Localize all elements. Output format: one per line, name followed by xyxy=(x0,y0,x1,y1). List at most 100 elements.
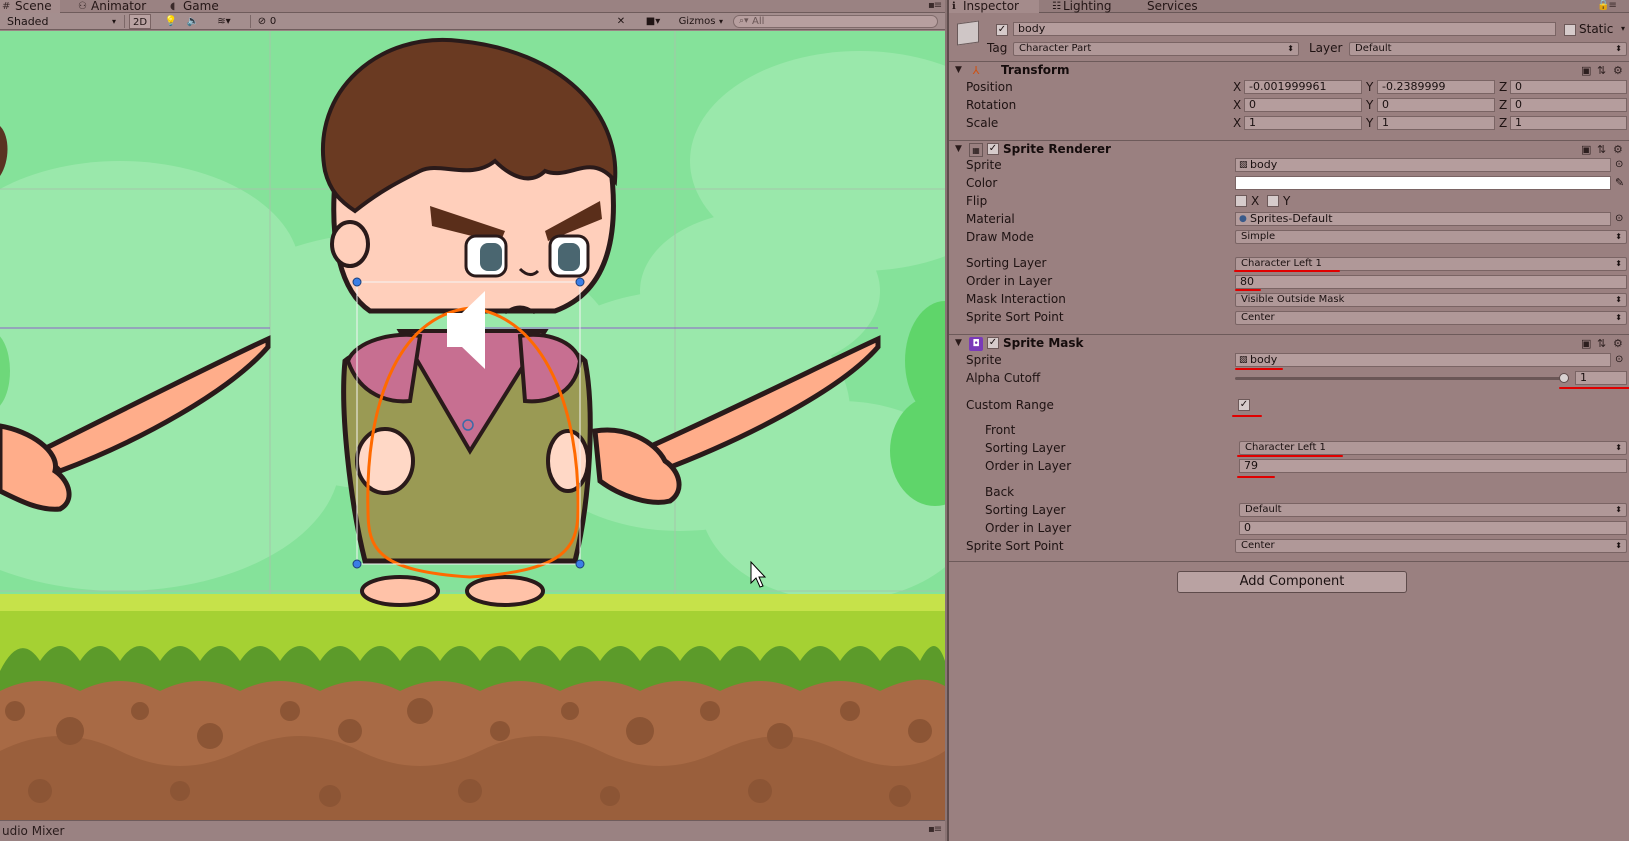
scale-z-input[interactable]: 1 xyxy=(1510,116,1627,130)
2d-toggle-button[interactable]: 2D xyxy=(129,14,151,29)
axis-x-label: X xyxy=(1233,98,1242,112)
static-dropdown-arrow-icon[interactable]: ▾ xyxy=(1621,22,1625,36)
shading-dropdown[interactable]: Shaded ▾ xyxy=(2,14,120,29)
preset-icon[interactable]: ⇅ xyxy=(1597,64,1606,77)
axis-y-label: Y xyxy=(1366,80,1374,94)
dropdown-arrow-icon[interactable]: ▾ xyxy=(716,14,726,29)
annotation-underline xyxy=(1235,289,1261,291)
scene-viewport[interactable] xyxy=(0,31,945,820)
annotation-underline xyxy=(1237,455,1343,457)
gizmos-dropdown[interactable]: Gizmos xyxy=(672,14,722,29)
dropdown-arrow-icon: ⬍ xyxy=(1615,295,1622,304)
rotation-z-input[interactable]: 0 xyxy=(1510,98,1627,112)
slider-knob[interactable] xyxy=(1559,373,1569,383)
axis-x-label: X xyxy=(1233,80,1242,94)
flip-x-checkbox[interactable] xyxy=(1235,195,1247,207)
eyedropper-icon[interactable]: ✎ xyxy=(1615,176,1624,190)
tab-audio-mixer[interactable]: udio Mixer xyxy=(2,824,64,838)
hidden-objects-icon[interactable]: ⊘ xyxy=(256,14,268,29)
scale-x-input[interactable]: 1 xyxy=(1244,116,1362,130)
front-order-in-layer-input[interactable]: 79 xyxy=(1239,459,1627,473)
color-label: Color xyxy=(966,176,998,190)
position-x-input[interactable]: -0.001999961 xyxy=(1244,80,1362,94)
audio-toggle-icon[interactable]: 🔈 xyxy=(186,14,200,29)
flip-y-checkbox[interactable] xyxy=(1267,195,1279,207)
sorting-layer-label: Sorting Layer xyxy=(966,256,1047,270)
object-name-input[interactable]: body xyxy=(1013,22,1556,36)
sorting-layer-dropdown[interactable]: Character Left 1 ⬍ xyxy=(1235,257,1627,271)
layer-dropdown[interactable]: Default ⬍ xyxy=(1349,42,1627,56)
axis-y-label: Y xyxy=(1366,98,1374,112)
preset-icon[interactable]: ⇅ xyxy=(1597,143,1606,156)
scene-toolbar: Shaded ▾ 2D 💡 🔈 ≋▾ ⊘ 0 ✕ ■▾ Gizmos ▾ ⌕▾ Al… xyxy=(0,13,945,30)
annotation-underline xyxy=(1559,387,1629,389)
object-picker-icon[interactable]: ⊙ xyxy=(1615,212,1623,226)
sprite-sort-point-dropdown[interactable]: Center ⬍ xyxy=(1235,311,1627,325)
fold-arrow-icon[interactable]: ▼ xyxy=(955,144,962,154)
alpha-cutoff-slider[interactable] xyxy=(1235,371,1569,385)
fold-arrow-icon[interactable]: ▼ xyxy=(955,338,962,348)
transform-header[interactable]: ▼ ⅄ Transform ▣ ⇅ ⚙ xyxy=(949,61,1629,79)
audio-mixer-menu-icon[interactable]: ▪≡ xyxy=(928,824,942,835)
sprite-field[interactable]: ▧ body xyxy=(1235,158,1611,172)
tab-inspector[interactable]: ℹ Inspector xyxy=(949,0,1039,13)
draw-mode-dropdown[interactable]: Simple ⬍ xyxy=(1235,230,1627,244)
tab-scene[interactable]: # Scene xyxy=(0,0,60,13)
rotation-y-input[interactable]: 0 xyxy=(1377,98,1495,112)
sprite-mask-enabled-checkbox[interactable]: ✓ xyxy=(987,337,999,349)
scale-y-input[interactable]: 1 xyxy=(1377,116,1495,130)
tab-lighting[interactable]: ☷ Lighting xyxy=(1049,0,1129,13)
order-in-layer-label: Order in Layer xyxy=(966,274,1053,288)
scene-search-input[interactable]: ⌕▾ All xyxy=(733,15,938,28)
sprite-renderer-enabled-checkbox[interactable]: ✓ xyxy=(987,143,999,155)
lock-icon[interactable]: 🔒≡ xyxy=(1597,0,1617,11)
tools-icon[interactable]: ✕ xyxy=(614,14,628,29)
tab-services[interactable]: Services xyxy=(1147,0,1217,13)
gear-icon[interactable]: ⚙ xyxy=(1613,143,1623,156)
rotation-x-input[interactable]: 0 xyxy=(1244,98,1362,112)
dropdown-arrow-icon: ⬍ xyxy=(1615,505,1622,514)
mask-sprite-sort-point-dropdown[interactable]: Center ⬍ xyxy=(1235,539,1627,553)
back-order-in-layer-input[interactable]: 0 xyxy=(1239,521,1627,535)
active-checkbox[interactable]: ✓ xyxy=(996,24,1008,36)
gear-icon[interactable]: ⚙ xyxy=(1613,64,1623,77)
audio-mixer-tabbar: udio Mixer ▪≡ xyxy=(0,820,945,841)
sprite-sort-point-label: Sprite Sort Point xyxy=(966,310,1064,324)
reference-icon[interactable]: ▣ xyxy=(1581,143,1591,156)
custom-range-checkbox[interactable]: ✓ xyxy=(1238,399,1250,411)
position-y-input[interactable]: -0.2389999 xyxy=(1377,80,1495,94)
scene-menu-icon[interactable]: ▪≡ xyxy=(928,0,942,11)
mask-sprite-field[interactable]: ▧ body xyxy=(1235,353,1611,367)
tab-animator[interactable]: ⚇ Animator xyxy=(76,0,156,13)
lighting-toggle-icon[interactable]: 💡 xyxy=(164,14,178,29)
tab-game[interactable]: ◖ Game xyxy=(168,0,228,13)
gear-icon[interactable]: ⚙ xyxy=(1613,337,1623,350)
reference-icon[interactable]: ▣ xyxy=(1581,64,1591,77)
scene-canvas xyxy=(0,31,945,820)
back-sorting-layer-dropdown[interactable]: Default ⬍ xyxy=(1239,503,1627,517)
static-checkbox[interactable] xyxy=(1564,24,1576,36)
hidden-objects-count: 0 xyxy=(269,16,277,27)
order-in-layer-input[interactable]: 80 xyxy=(1235,275,1627,289)
object-picker-icon[interactable]: ⊙ xyxy=(1615,353,1623,367)
front-sorting-layer-dropdown[interactable]: Character Left 1 ⬍ xyxy=(1239,441,1627,455)
tag-dropdown[interactable]: Character Part ⬍ xyxy=(1013,42,1299,56)
mask-interaction-dropdown[interactable]: Visible Outside Mask ⬍ xyxy=(1235,293,1627,307)
sprite-mask-header[interactable]: ▼ ◘ ✓ Sprite Mask ▣ ⇅ ⚙ xyxy=(949,334,1629,352)
preset-icon[interactable]: ⇅ xyxy=(1597,337,1606,350)
object-picker-icon[interactable]: ⊙ xyxy=(1615,158,1623,172)
effects-dropdown-icon[interactable]: ≋▾ xyxy=(210,14,238,29)
material-field[interactable]: ● Sprites-Default xyxy=(1235,212,1611,226)
fold-arrow-icon[interactable]: ▼ xyxy=(955,65,962,75)
camera-dropdown-icon[interactable]: ■▾ xyxy=(640,14,666,29)
game-icon: ◖ xyxy=(170,1,176,12)
sprite-renderer-header[interactable]: ▼ ▦ ✓ Sprite Renderer ▣ ⇅ ⚙ xyxy=(949,140,1629,158)
scene-icon: # xyxy=(2,1,11,12)
sprite-label: Sprite xyxy=(966,158,1002,172)
add-component-button[interactable]: Add Component xyxy=(1177,571,1407,593)
color-swatch[interactable] xyxy=(1235,176,1611,190)
reference-icon[interactable]: ▣ xyxy=(1581,337,1591,350)
sprite-renderer-icon: ▦ xyxy=(969,143,983,157)
position-z-input[interactable]: 0 xyxy=(1510,80,1627,94)
alpha-cutoff-input[interactable]: 1 xyxy=(1575,371,1627,385)
